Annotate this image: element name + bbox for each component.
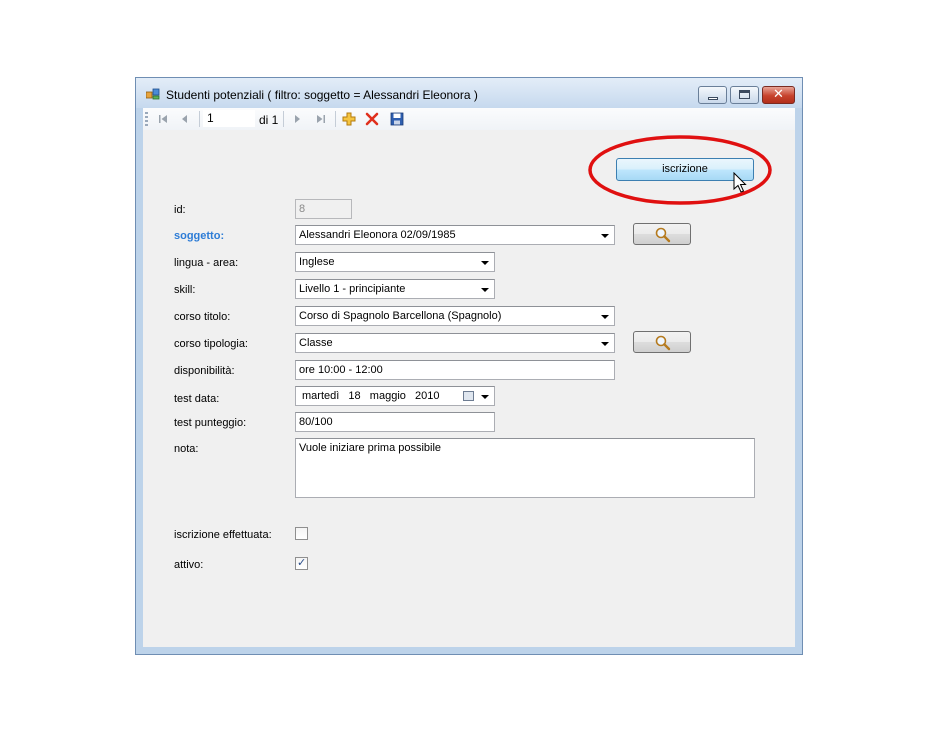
soggetto-combobox[interactable]: Alessandri Eleonora 02/09/1985	[295, 225, 615, 245]
delete-icon[interactable]	[364, 111, 380, 127]
iscrizione-effettuata-checkbox[interactable]	[295, 527, 308, 540]
soggetto-value: Alessandri Eleonora 02/09/1985	[299, 229, 456, 241]
add-icon[interactable]	[341, 111, 357, 127]
move-previous-icon[interactable]	[177, 111, 193, 127]
toolbar-separator	[199, 111, 200, 127]
position-input[interactable]: 1	[203, 110, 255, 127]
skill-combobox[interactable]: Livello 1 - principiante	[295, 279, 495, 299]
chevron-down-icon[interactable]	[601, 342, 609, 346]
chevron-down-icon[interactable]	[481, 261, 489, 265]
attivo-checkbox[interactable]: ✓	[295, 556, 308, 570]
corso-tipologia-combobox[interactable]: Classe	[295, 333, 615, 353]
annotation-circle	[588, 135, 772, 205]
skill-label: skill:	[174, 284, 196, 296]
test-punteggio-label: test punteggio:	[174, 417, 247, 429]
test-data-weekday: martedì	[302, 390, 340, 402]
lingua-area-label: lingua - area:	[174, 257, 239, 269]
title-bar[interactable]: Studenti potenziali ( filtro: soggetto =…	[136, 78, 802, 108]
corso-titolo-value: Corso di Spagnolo Barcellona (Spagnolo)	[299, 310, 502, 322]
skill-value: Livello 1 - principiante	[299, 283, 406, 295]
close-icon: ✕	[773, 87, 784, 102]
attivo-label: attivo:	[174, 559, 204, 571]
test-data-month: maggio	[369, 390, 406, 402]
minimize-button[interactable]	[698, 86, 727, 104]
disponibilita-field[interactable]: ore 10:00 - 12:00	[295, 360, 615, 380]
checkmark-icon: ✓	[297, 556, 307, 569]
close-button[interactable]: ✕	[762, 86, 795, 104]
move-next-icon[interactable]	[289, 111, 305, 127]
toolbar-separator	[335, 111, 336, 127]
app-icon	[146, 88, 160, 100]
calendar-icon[interactable]	[463, 391, 474, 401]
minimize-icon	[708, 97, 718, 100]
save-icon[interactable]	[389, 111, 405, 127]
chevron-down-icon[interactable]	[601, 315, 609, 319]
chevron-down-icon[interactable]	[481, 395, 489, 399]
maximize-icon	[739, 90, 750, 99]
iscrizione-effettuata-label: iscrizione effettuata:	[174, 529, 272, 541]
soggetto-search-button[interactable]	[633, 223, 691, 245]
corso-titolo-label: corso titolo:	[174, 311, 231, 323]
window-title: Studenti potenziali ( filtro: soggetto =…	[166, 88, 478, 102]
nota-label: nota:	[174, 443, 199, 455]
toolbar-separator	[283, 111, 284, 127]
magnifier-icon	[655, 335, 671, 351]
chevron-down-icon[interactable]	[601, 234, 609, 238]
disponibilita-label: disponibilità:	[174, 365, 235, 377]
lingua-area-combobox[interactable]: Inglese	[295, 252, 495, 272]
id-label: id:	[174, 204, 186, 216]
test-data-label: test data:	[174, 393, 220, 405]
test-data-datepicker[interactable]: martedì 18 maggio 2010	[295, 386, 495, 406]
toolstrip-grip[interactable]	[145, 112, 148, 126]
chevron-down-icon[interactable]	[481, 288, 489, 292]
corso-tipologia-label: corso tipologia:	[174, 338, 248, 350]
test-data-day: 18	[348, 390, 361, 402]
record-count-label: di 1	[259, 113, 279, 127]
maximize-button[interactable]	[730, 86, 759, 104]
corso-tipologia-value: Classe	[299, 337, 333, 349]
id-field: 8	[295, 199, 352, 219]
move-last-icon[interactable]	[313, 111, 329, 127]
test-punteggio-field[interactable]: 80/100	[295, 412, 495, 432]
test-data-year: 2010	[415, 390, 440, 402]
mouse-cursor-icon	[733, 172, 747, 193]
lingua-area-value: Inglese	[299, 256, 335, 268]
move-first-icon[interactable]	[155, 111, 171, 127]
nota-textarea[interactable]: Vuole iniziare prima possibile	[295, 438, 755, 498]
soggetto-label[interactable]: soggetto:	[174, 230, 224, 242]
corso-tipologia-search-button[interactable]	[633, 331, 691, 353]
magnifier-icon	[655, 227, 671, 243]
binding-navigator: 1 di 1	[143, 108, 795, 130]
corso-titolo-combobox[interactable]: Corso di Spagnolo Barcellona (Spagnolo)	[295, 306, 615, 326]
